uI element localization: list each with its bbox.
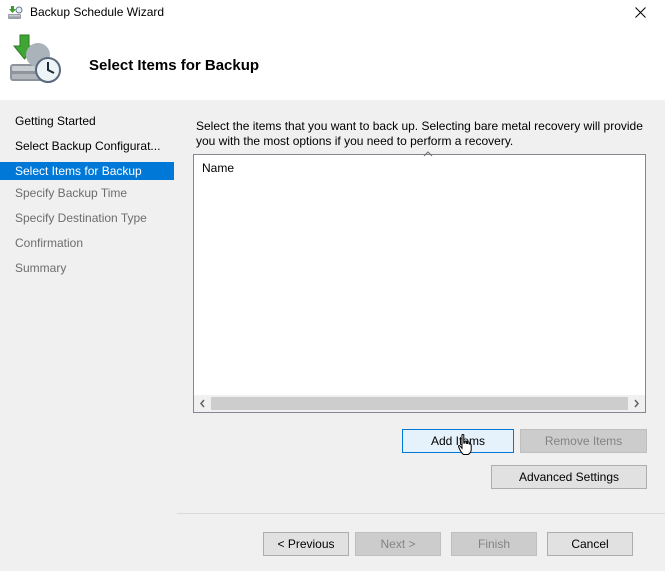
column-header-name[interactable]: Name xyxy=(202,161,234,175)
page-title: Select Items for Backup xyxy=(89,57,260,74)
backup-schedule-icon xyxy=(10,34,61,83)
scroll-left-icon[interactable] xyxy=(194,395,211,412)
sort-ascending-icon xyxy=(423,151,433,157)
step-specify-destination-type: Specify Destination Type xyxy=(15,211,147,225)
wizard-steps-sidebar: Getting Started Select Backup Configurat… xyxy=(0,100,177,571)
backup-items-list[interactable]: Name xyxy=(193,151,646,413)
step-confirmation: Confirmation xyxy=(15,236,84,250)
wizard-header: Select Items for Backup xyxy=(0,26,665,100)
scroll-right-icon[interactable] xyxy=(628,395,645,412)
advanced-settings-button[interactable]: Advanced Settings xyxy=(491,465,647,489)
step-specify-backup-time: Specify Backup Time xyxy=(15,186,128,200)
footer-separator xyxy=(177,513,665,514)
step-select-backup-configuration[interactable]: Select Backup Configurat... xyxy=(0,137,174,155)
next-button[interactable]: Next > xyxy=(355,532,441,556)
close-button[interactable] xyxy=(618,0,665,26)
horizontal-scrollbar[interactable] xyxy=(194,395,645,412)
remove-items-button[interactable]: Remove Items xyxy=(520,429,647,453)
finish-button[interactable]: Finish xyxy=(451,532,537,556)
scrollbar-thumb[interactable] xyxy=(211,397,628,410)
title-bar: Backup Schedule Wizard xyxy=(0,0,665,26)
window-title: Backup Schedule Wizard xyxy=(30,5,165,19)
mouse-pointer-icon xyxy=(457,434,472,455)
backup-app-icon xyxy=(8,6,23,19)
step-select-items-for-backup[interactable]: Select Items for Backup xyxy=(0,162,174,180)
instructions-text: Select the items that you want to back u… xyxy=(196,119,643,148)
previous-button[interactable]: < Previous xyxy=(263,532,349,556)
wizard-content: Select the items that you want to back u… xyxy=(177,100,665,571)
step-summary: Summary xyxy=(15,261,67,275)
close-icon xyxy=(635,7,646,18)
cancel-button[interactable]: Cancel xyxy=(547,532,633,556)
step-getting-started[interactable]: Getting Started xyxy=(0,112,174,130)
